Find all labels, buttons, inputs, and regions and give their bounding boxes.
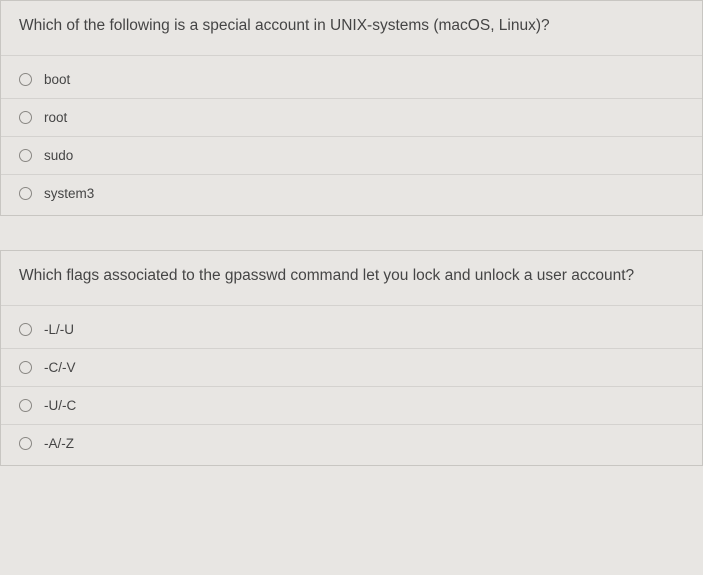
option-label: sudo xyxy=(44,148,73,163)
question-2: Which flags associated to the gpasswd co… xyxy=(0,250,703,466)
options-list: -L/-U -C/-V -U/-C -A/-Z xyxy=(1,306,702,465)
option-row[interactable]: -U/-C xyxy=(1,386,702,424)
radio-icon xyxy=(19,361,32,374)
option-row[interactable]: -C/-V xyxy=(1,348,702,386)
radio-icon xyxy=(19,73,32,86)
option-label: -A/-Z xyxy=(44,436,74,451)
option-row[interactable]: -L/-U xyxy=(1,306,702,348)
option-row[interactable]: -A/-Z xyxy=(1,424,702,465)
radio-icon xyxy=(19,111,32,124)
radio-icon xyxy=(19,187,32,200)
question-1: Which of the following is a special acco… xyxy=(0,0,703,216)
radio-icon xyxy=(19,149,32,162)
radio-icon xyxy=(19,399,32,412)
radio-icon xyxy=(19,437,32,450)
question-prompt: Which flags associated to the gpasswd co… xyxy=(1,251,702,306)
option-label: boot xyxy=(44,72,70,87)
option-row[interactable]: boot xyxy=(1,56,702,98)
question-prompt: Which of the following is a special acco… xyxy=(1,1,702,56)
options-list: boot root sudo system3 xyxy=(1,56,702,215)
option-row[interactable]: root xyxy=(1,98,702,136)
option-row[interactable]: sudo xyxy=(1,136,702,174)
option-label: -U/-C xyxy=(44,398,76,413)
option-label: -L/-U xyxy=(44,322,74,337)
option-label: system3 xyxy=(44,186,94,201)
spacer xyxy=(0,216,703,250)
option-label: -C/-V xyxy=(44,360,76,375)
option-row[interactable]: system3 xyxy=(1,174,702,215)
option-label: root xyxy=(44,110,67,125)
radio-icon xyxy=(19,323,32,336)
